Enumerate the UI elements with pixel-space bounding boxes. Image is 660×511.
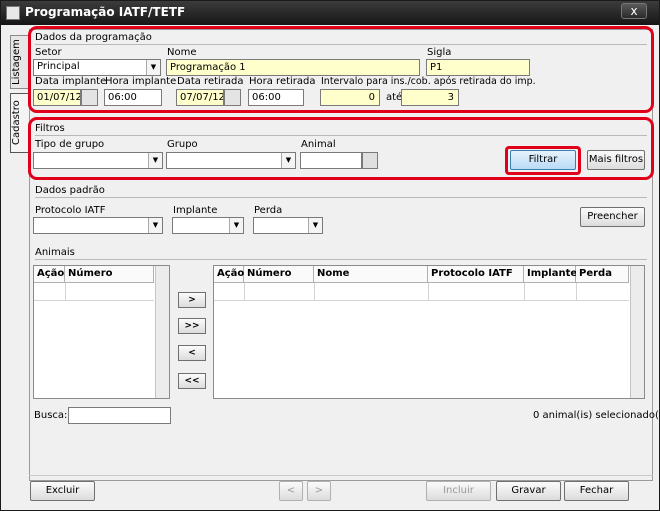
selected-animals-grid[interactable]: Ação Número Nome Protocolo IATF Implante…: [213, 265, 645, 399]
app-icon: [6, 6, 20, 20]
incluir-button[interactable]: Incluir: [426, 481, 491, 501]
animais-title: Animais: [35, 247, 75, 258]
divider: [29, 475, 653, 476]
column-header[interactable]: Nome: [314, 266, 428, 283]
busca-label: Busca:: [34, 410, 68, 421]
dados-padrao-title: Dados padrão: [35, 185, 105, 196]
next-button[interactable]: >: [307, 481, 331, 501]
main-window: Programação IATF/TETF x Listagem Cadastr…: [0, 0, 660, 511]
implante-label: Implante: [173, 205, 218, 216]
divider: [576, 283, 577, 301]
chevron-down-icon[interactable]: ▼: [308, 218, 322, 233]
title-bar: Programação IATF/TETF x: [1, 1, 659, 25]
column-header[interactable]: Perda: [576, 266, 629, 283]
excluir-button[interactable]: Excluir: [30, 481, 95, 501]
protocolo-label: Protocolo IATF: [35, 205, 106, 216]
tab-listagem[interactable]: Listagem: [10, 35, 30, 89]
close-button[interactable]: x: [621, 3, 647, 19]
move-right-button[interactable]: >: [178, 292, 206, 308]
protocolo-select[interactable]: ▼: [33, 217, 163, 234]
column-header[interactable]: Ação: [34, 266, 65, 283]
divider: [524, 283, 525, 301]
divider: [244, 283, 245, 301]
column-header[interactable]: Ação: [214, 266, 244, 283]
column-header[interactable]: Implante: [524, 266, 577, 283]
table-row[interactable]: [214, 283, 629, 301]
table-row[interactable]: [34, 283, 154, 301]
preencher-button[interactable]: Preencher: [580, 207, 645, 227]
column-header[interactable]: Número: [65, 266, 154, 283]
divider: [314, 283, 315, 301]
chevron-down-icon[interactable]: ▼: [229, 218, 243, 233]
divider: [35, 197, 647, 198]
highlight-dados-programacao: [28, 26, 654, 113]
vertical-scrollbar[interactable]: [630, 266, 644, 398]
highlight-filtros: [28, 117, 654, 180]
move-all-right-button[interactable]: >>: [178, 318, 206, 334]
previous-button[interactable]: <: [279, 481, 303, 501]
window-title: Programação IATF/TETF: [25, 5, 186, 19]
vertical-scrollbar[interactable]: [155, 266, 169, 398]
busca-input[interactable]: [68, 407, 171, 424]
chevron-down-icon[interactable]: ▼: [148, 218, 162, 233]
perda-label: Perda: [254, 205, 283, 216]
available-animals-grid[interactable]: Ação Número: [33, 265, 170, 399]
gravar-button[interactable]: Gravar: [496, 481, 561, 501]
divider: [35, 259, 647, 260]
column-header[interactable]: Protocolo IATF: [428, 266, 524, 283]
tab-cadastro[interactable]: Cadastro: [10, 93, 30, 153]
perda-select[interactable]: ▼: [253, 217, 323, 234]
implante-select[interactable]: ▼: [172, 217, 244, 234]
column-header[interactable]: Número: [244, 266, 314, 283]
fechar-button[interactable]: Fechar: [564, 481, 629, 501]
divider: [428, 283, 429, 301]
selected-count: 0 animal(is) selecionado(s).: [533, 410, 660, 421]
move-all-left-button[interactable]: <<: [178, 373, 206, 389]
divider: [65, 283, 66, 301]
move-left-button[interactable]: <: [178, 345, 206, 361]
